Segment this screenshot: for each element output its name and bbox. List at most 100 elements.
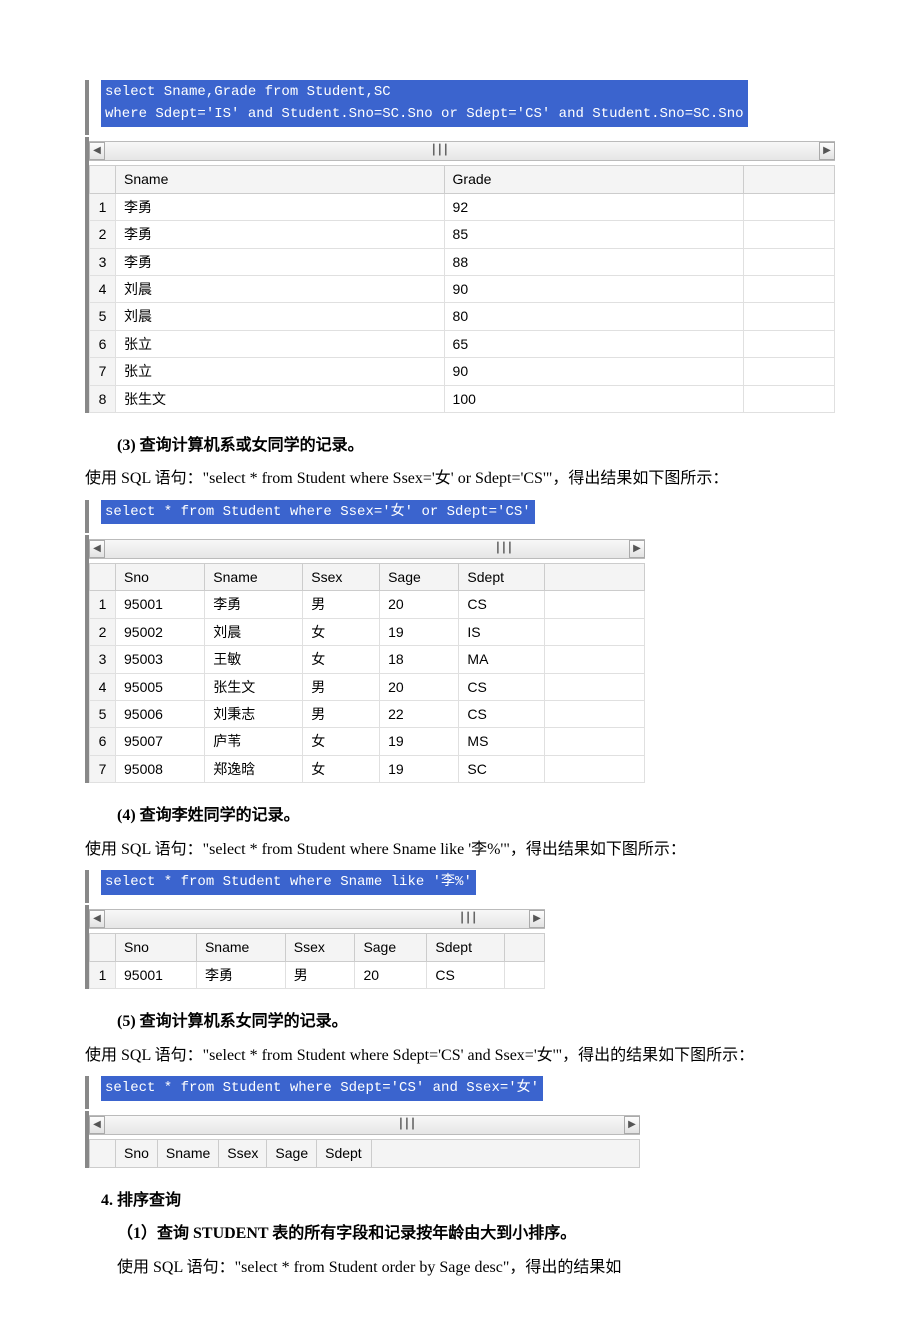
section-5: (5) 查询计算机系女同学的记录。 使用 SQL 语句："select * fr… <box>85 1009 835 1168</box>
cell-sname: 郑逸晗 <box>205 755 303 782</box>
heading-3: (3) 查询计算机系或女同学的记录。 <box>85 433 835 459</box>
result-block-1: ◀ ┃┃┃ ▶ Sname Grade 1李勇92 2李勇85 3李勇88 4刘… <box>85 137 835 413</box>
cell-grade: 92 <box>444 193 743 220</box>
table-row: 3李勇88 <box>90 248 835 275</box>
sql-editor-1: select Sname,Grade from Student,SC where… <box>85 80 835 135</box>
cell-ssex: 女 <box>303 618 380 645</box>
section-sort: 4. 排序查询 （1）查询 STUDENT 表的所有字段和记录按年龄由大到小排序… <box>85 1188 835 1281</box>
cell-sno: 95001 <box>116 961 197 988</box>
header-ssex: Ssex <box>285 934 355 961</box>
cell-grade: 80 <box>444 303 743 330</box>
horizontal-scrollbar[interactable]: ◀ ┃┃┃ ▶ <box>89 141 835 161</box>
header-ssex: Ssex <box>219 1140 267 1167</box>
header-empty <box>505 934 545 961</box>
table-row: 595006刘秉志男22CS <box>90 701 645 728</box>
section-1: select Sname,Grade from Student,SC where… <box>85 80 835 413</box>
result-block-4: ◀ ┃┃┃ ▶ Sno Sname Ssex Sage Sdept 195001… <box>85 905 545 989</box>
scroll-left-icon[interactable]: ◀ <box>89 1116 105 1134</box>
result-table-5: Sno Sname Ssex Sage Sdept <box>89 1139 640 1167</box>
para-prefix: 使用 SQL 语句：" <box>85 1047 209 1064</box>
cell-empty <box>743 221 834 248</box>
header-index <box>90 1140 116 1167</box>
para-4: 使用 SQL 语句："select * from Student where S… <box>85 837 835 863</box>
horizontal-scrollbar[interactable]: ◀ ┃┃┃ ▶ <box>89 1115 640 1135</box>
cell-sno: 95002 <box>116 618 205 645</box>
cell-ssex: 女 <box>303 646 380 673</box>
header-index <box>90 564 116 591</box>
cell-empty <box>743 330 834 357</box>
cell-ssex: 女 <box>303 728 380 755</box>
scroll-right-icon[interactable]: ▶ <box>629 540 645 558</box>
cell-sname: 王敏 <box>205 646 303 673</box>
cell-empty <box>545 673 645 700</box>
cell-empty <box>545 701 645 728</box>
para-suffix: "，得出结果如下图所示： <box>546 470 729 487</box>
row-index: 1 <box>90 193 116 220</box>
cell-sname: 刘秉志 <box>205 701 303 728</box>
row-index: 6 <box>90 330 116 357</box>
sql-text-4: select * from Student where Sname like '… <box>101 870 476 894</box>
cell-ssex: 男 <box>285 961 355 988</box>
scroll-left-icon[interactable]: ◀ <box>89 910 105 928</box>
scroll-left-icon[interactable]: ◀ <box>89 142 105 160</box>
row-index: 8 <box>90 385 116 412</box>
row-index: 5 <box>90 701 116 728</box>
cell-sname: 李勇 <box>116 193 445 220</box>
table-row: 495005张生文男20CS <box>90 673 645 700</box>
header-sage: Sage <box>267 1140 317 1167</box>
para-prefix: 使用 SQL 语句：" <box>117 1259 241 1276</box>
table-row: 8张生文100 <box>90 385 835 412</box>
scroll-right-icon[interactable]: ▶ <box>819 142 835 160</box>
row-index: 7 <box>90 755 116 782</box>
header-grade: Grade <box>444 166 743 193</box>
row-index: 5 <box>90 303 116 330</box>
para-sql: select * from Student where Sdept='CS' a… <box>209 1047 555 1064</box>
cell-sno: 95008 <box>116 755 205 782</box>
horizontal-scrollbar[interactable]: ◀ ┃┃┃ ▶ <box>89 909 545 929</box>
cell-sname: 刘晨 <box>205 618 303 645</box>
header-sno: Sno <box>116 564 205 591</box>
cell-ssex: 男 <box>303 591 380 618</box>
para-sort-sub1: 使用 SQL 语句："select * from Student order b… <box>85 1255 835 1281</box>
cell-empty <box>545 728 645 755</box>
scroll-thumb[interactable]: ┃┃┃ <box>392 1117 422 1133</box>
table-row: 695007庐苇女19MS <box>90 728 645 755</box>
sql-editor-4: select * from Student where Sname like '… <box>85 870 835 903</box>
cell-sno: 95003 <box>116 646 205 673</box>
header-sdept: Sdept <box>459 564 545 591</box>
scroll-right-icon[interactable]: ▶ <box>624 1116 640 1134</box>
sql-text-5: select * from Student where Sdept='CS' a… <box>101 1076 543 1100</box>
cell-sname: 张立 <box>116 330 445 357</box>
table-row: 795008郑逸晗女19SC <box>90 755 645 782</box>
cell-sdept: IS <box>459 618 545 645</box>
scroll-right-icon[interactable]: ▶ <box>529 910 545 928</box>
scroll-left-icon[interactable]: ◀ <box>89 540 105 558</box>
sql-text-3: select * from Student where Ssex='女' or … <box>101 500 535 524</box>
cell-grade: 65 <box>444 330 743 357</box>
cell-sname: 李勇 <box>116 221 445 248</box>
cell-sage: 19 <box>380 728 459 755</box>
cell-sname: 刘晨 <box>116 303 445 330</box>
cell-sdept: SC <box>459 755 545 782</box>
row-index: 6 <box>90 728 116 755</box>
section-3: (3) 查询计算机系或女同学的记录。 使用 SQL 语句：" select * f… <box>85 433 835 783</box>
cell-sdept: MA <box>459 646 545 673</box>
scroll-thumb[interactable]: ┃┃┃ <box>425 143 455 159</box>
scroll-thumb[interactable]: ┃┃┃ <box>453 911 483 927</box>
horizontal-scrollbar[interactable]: ◀ ┃┃┃ ▶ <box>89 539 645 559</box>
cell-empty <box>545 646 645 673</box>
cell-sno: 95001 <box>116 591 205 618</box>
row-index: 3 <box>90 646 116 673</box>
cell-grade: 90 <box>444 358 743 385</box>
header-sdept: Sdept <box>427 934 505 961</box>
para-sql: select * from Student order by Sage desc <box>241 1259 503 1276</box>
row-index: 2 <box>90 221 116 248</box>
scroll-thumb[interactable]: ┃┃┃ <box>489 541 519 557</box>
cell-sno: 95007 <box>116 728 205 755</box>
header-sname: Sname <box>205 564 303 591</box>
header-empty <box>545 564 645 591</box>
para-prefix: 使用 SQL 语句：" <box>85 470 209 487</box>
para-5: 使用 SQL 语句："select * from Student where S… <box>85 1043 835 1069</box>
cell-empty <box>505 961 545 988</box>
heading-sort-sub1: （1）查询 STUDENT 表的所有字段和记录按年龄由大到小排序。 <box>85 1221 835 1247</box>
